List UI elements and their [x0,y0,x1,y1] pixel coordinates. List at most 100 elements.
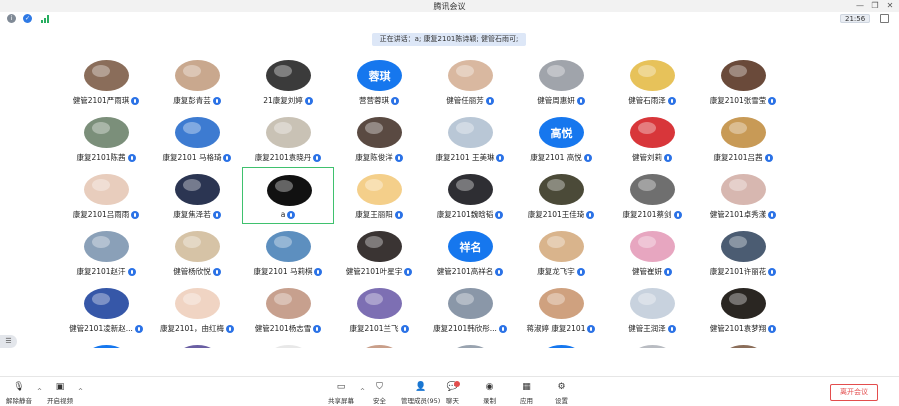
avatar-initials: 祥名 [459,240,482,254]
avatar [630,174,675,205]
participant-tile[interactable]: 健管周惠妍 [515,53,607,110]
apps-icon: ▦ [522,382,531,392]
participant-tile[interactable]: 蒋淑婷 康复2101 [515,281,607,338]
participant-tile[interactable]: 康复2101 马格琦 [151,110,243,167]
participant-tile[interactable] [697,338,789,348]
participant-name-row: 健管石雨泽 [606,95,698,106]
members-button[interactable]: 👤 管理成员(95) [401,382,440,406]
microphone-icon [667,324,676,333]
participant-tile[interactable]: 健管2101杨志雪 [242,281,334,338]
microphone-icon [127,267,136,276]
video-options-caret[interactable]: ^ [78,388,83,395]
apps-button[interactable]: ▦ 应用 [520,382,533,406]
fullscreen-icon[interactable] [880,14,889,23]
participant-tile[interactable]: 康复陈俊洋 [333,110,425,167]
participant-tile[interactable]: 高悦 康复2101 高悦 [515,110,607,167]
participant-tile[interactable] [333,338,425,348]
video-button[interactable]: ▣ 开启视频 [47,382,73,406]
participant-tile[interactable]: 康复2101兰飞 [333,281,425,338]
record-button[interactable]: ◉ 录制 [483,382,496,406]
participant-tile[interactable]: 健管杨欣悦 [151,224,243,281]
participant-name: a [280,210,286,219]
participant-tile[interactable]: 康复2101张雪莹 [697,53,789,110]
participant-tile[interactable]: 康复2101 王美琳 [424,110,516,167]
participant-tile[interactable]: 康复2101王佳琦 [515,167,607,224]
participant-tile[interactable] [242,338,334,348]
participant-tile[interactable]: 康复2101吕茜 [697,110,789,167]
side-panel-toggle[interactable]: ☰ [0,335,17,348]
avatar [175,288,220,319]
participant-tile[interactable]: 健管崔妍 [606,224,698,281]
participant-tile[interactable] [151,338,243,348]
participant-name: 康复2101陈茜 [76,153,126,162]
participant-name: 康复2101赵汗 [76,267,126,276]
avatar-initials: 高悦 [550,126,573,140]
minimize-icon[interactable]: — [853,0,867,12]
participant-tile[interactable]: 健管石雨泽 [606,53,698,110]
participant-tile[interactable] [515,338,607,348]
participant-tile[interactable]: 21康复刘婷 [242,53,334,110]
participant-tile[interactable]: a [242,167,334,224]
participant-name-row: 健管杨欣悦 [151,266,243,277]
participant-tile[interactable] [424,338,516,348]
participant-tile[interactable]: 健管2101袁梦翔 [697,281,789,338]
participant-name-row: 健管2101卓秀漾 [697,209,789,220]
participant-tile[interactable]: 康复2101吕雨雨 [60,167,152,224]
participant-tile[interactable] [60,338,152,348]
participant-tile[interactable]: 康复2101袁晓丹 [242,110,334,167]
avatar [266,117,311,148]
settings-button[interactable]: ⚙ 设置 [555,382,568,406]
participant-tile[interactable]: 健管2101凌新赵... [60,281,152,338]
microphone-icon [304,96,313,105]
participant-tile[interactable]: 蓉琪 营营蓉琪 [333,53,425,110]
participant-name-row: 康复2101袁晓丹 [242,152,334,163]
participant-tile[interactable]: 健管王润泽 [606,281,698,338]
close-icon[interactable]: ✕ [883,0,897,12]
signal-strength-icon[interactable] [41,15,51,23]
participant-tile[interactable]: 康复2101赵汗 [60,224,152,281]
participant-tile[interactable]: 康复2101魏晗韬 [424,167,516,224]
microphone-icon [496,153,505,162]
participant-tile[interactable]: 健管任丽芳 [424,53,516,110]
participant-tile[interactable]: 康复2101，由红梅 [151,281,243,338]
participant-tile[interactable]: 康复2101蔡剑 [606,167,698,224]
participant-tile[interactable]: 康复2101许丽花 [697,224,789,281]
share-options-caret[interactable]: ^ [360,388,365,395]
participant-name: 健管2101凌新赵... [69,324,133,333]
participant-tile[interactable]: 祥名 健管2101高祥名 [424,224,516,281]
participant-name: 康复2101兰飞 [349,324,399,333]
participant-tile[interactable]: 健管2101叶星宇 [333,224,425,281]
participant-tile[interactable]: 康复2101陈茜 [60,110,152,167]
participant-name-row: a [243,210,333,219]
participant-tile[interactable]: 康复龙飞宇 [515,224,607,281]
share-screen-button[interactable]: ▭ 共享屏幕 [328,382,354,406]
leave-meeting-button[interactable]: 离开会议 [830,384,878,401]
participant-tile[interactable]: 健管刘莉 [606,110,698,167]
microphone-icon [495,210,504,219]
chat-button[interactable]: 💬 聊天 [446,381,460,406]
participant-name: 健管周惠妍 [537,96,575,105]
shield-icon[interactable]: ✓ [23,14,32,23]
participant-name: 21康复刘婷 [263,96,303,105]
info-icon[interactable]: i [7,14,16,23]
participant-tile[interactable]: 健管2101严雨琪 [60,53,152,110]
mute-options-caret[interactable]: ^ [37,388,42,395]
maximize-icon[interactable]: ❐ [868,0,882,12]
avatar [84,60,129,91]
avatar [448,288,493,319]
participant-tile[interactable]: 康复王丽阳 [333,167,425,224]
participant-tile[interactable]: 健管2101卓秀漾 [697,167,789,224]
participant-tile[interactable]: 康复彭青芸 [151,53,243,110]
participant-tile[interactable]: 康复2101 马莉棋 [242,224,334,281]
participant-tile[interactable] [606,338,698,348]
avatar [721,117,766,148]
participant-tile[interactable]: 康复2101韩欣彤... [424,281,516,338]
avatar [630,345,675,348]
microphone-icon [134,324,143,333]
participant-name: 健管刘莉 [632,153,662,162]
participant-tile[interactable]: 康复焦泽若 [151,167,243,224]
security-button[interactable]: ⛉ 安全 [373,382,386,406]
avatar [539,174,584,205]
mute-button[interactable]: 🎙 解除静音 [6,382,32,406]
participant-name-row: 康复2101 马格琦 [151,152,243,163]
